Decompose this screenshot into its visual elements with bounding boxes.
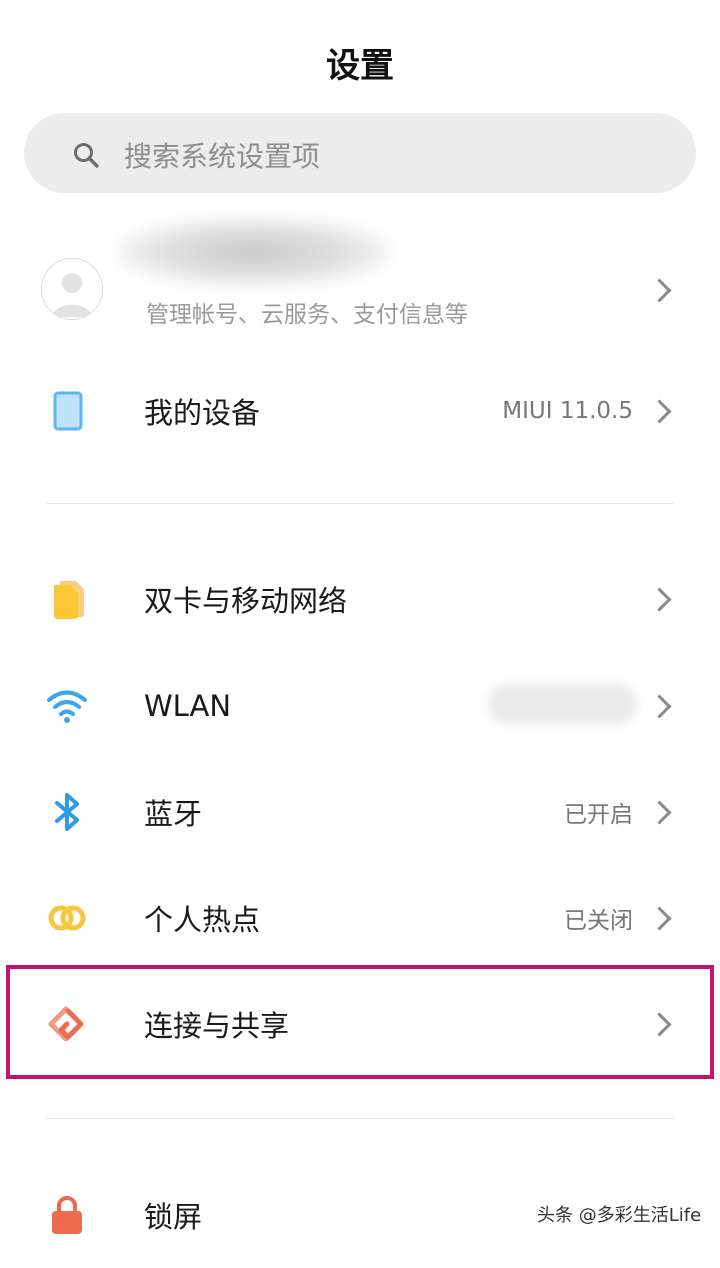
lock-icon (52, 1196, 82, 1234)
hotspot-icon (48, 905, 86, 931)
chevron-right-icon (647, 399, 672, 424)
settings-item-wlan[interactable]: WLAN (0, 653, 720, 759)
settings-item-label: 锁屏 (144, 1200, 203, 1234)
settings-item-sim-mobile[interactable]: 双卡与移动网络 (0, 546, 720, 652)
settings-item-hotspot[interactable]: 个人热点 已关闭 (0, 865, 720, 971)
settings-item-label: 个人热点 (144, 903, 261, 937)
wifi-icon (47, 690, 87, 723)
bluetooth-icon (55, 793, 79, 831)
settings-item-value: 已开启 (564, 802, 633, 828)
search-input[interactable]: 搜索系统设置项 (24, 113, 696, 193)
wlan-name-redacted (488, 684, 638, 724)
page-title: 设置 (326, 46, 394, 86)
sim-card-icon (54, 581, 84, 619)
settings-item-my-device[interactable]: 我的设备 MIUI 11.0.5 (0, 358, 720, 464)
settings-item-label: WLAN (144, 689, 232, 723)
settings-item-label: 双卡与移动网络 (144, 584, 348, 618)
account-subtitle: 管理帐号、云服务、支付信息等 (146, 302, 468, 328)
search-icon (74, 143, 99, 168)
avatar (41, 258, 103, 320)
device-icon (53, 391, 83, 431)
user-placeholder-icon (52, 273, 92, 317)
settings-item-value: MIUI 11.0.5 (502, 398, 633, 424)
settings-item-bluetooth[interactable]: 蓝牙 已开启 (0, 759, 720, 865)
highlight-frame (6, 965, 714, 1079)
chevron-right-icon (647, 694, 672, 719)
divider (46, 503, 674, 504)
watermark: 头条 @多彩生活Life (537, 1205, 702, 1226)
account-row[interactable]: 管理帐号、云服务、支付信息等 (0, 215, 720, 340)
chevron-right-icon (647, 587, 672, 612)
divider (46, 1118, 674, 1119)
settings-item-value: 已关闭 (564, 908, 633, 934)
settings-item-label: 我的设备 (144, 396, 261, 430)
chevron-right-icon (647, 800, 672, 825)
chevron-right-icon (647, 906, 672, 931)
search-placeholder: 搜索系统设置项 (124, 140, 321, 173)
account-name-redacted (118, 217, 390, 287)
settings-item-label: 蓝牙 (144, 797, 203, 831)
chevron-right-icon (647, 278, 672, 303)
